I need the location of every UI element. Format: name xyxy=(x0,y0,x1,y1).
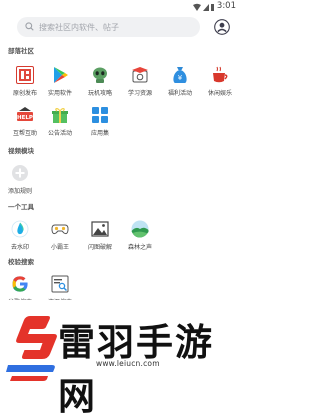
coffee-cup-icon xyxy=(213,66,228,83)
gift-icon xyxy=(52,108,68,123)
tile-learning-resources[interactable]: 学习资源 xyxy=(120,66,160,102)
tile-announcements[interactable]: 公告活动 xyxy=(40,106,80,142)
help-sign-icon: HELP xyxy=(17,107,33,121)
tile-remove-watermark[interactable]: 去水印 xyxy=(0,220,40,256)
tile-add-rule[interactable]: 添加规则 xyxy=(0,164,40,200)
resource-search-icon xyxy=(51,275,69,293)
google-icon xyxy=(12,276,28,292)
original-post-icon xyxy=(16,66,34,84)
add-circle-icon xyxy=(12,165,28,181)
search-input[interactable] xyxy=(39,19,189,35)
gamepad-icon xyxy=(51,224,69,235)
section-title: 视频模块 xyxy=(8,147,34,155)
clock: 3:01 xyxy=(216,1,236,11)
svg-text:HELP: HELP xyxy=(17,115,33,121)
tile-welfare-activity[interactable]: ¥ 福利活动 xyxy=(160,66,200,102)
section-title: 部落社区 xyxy=(8,47,34,55)
watermark-banner: 雷羽手游网 www.leiucn.com xyxy=(0,300,240,418)
search-bar xyxy=(0,14,240,40)
user-avatar-icon[interactable] xyxy=(214,19,230,35)
tile-phone-guides[interactable]: 玩机攻略 xyxy=(80,66,120,102)
tile-flash-image-crack[interactable]: 闪图破解 xyxy=(80,220,120,256)
image-crack-icon xyxy=(91,221,109,237)
section-title: 一个工具 xyxy=(8,203,34,211)
status-bar: 3:01 xyxy=(0,0,240,14)
forest-landscape-icon xyxy=(131,220,149,238)
tile-app-collection[interactable]: 应用集 xyxy=(80,106,120,142)
play-store-icon xyxy=(54,67,68,83)
graduation-icon xyxy=(132,67,148,83)
wifi-signal-battery-icon xyxy=(193,3,214,11)
tile-label: 休闲娱乐 xyxy=(207,90,232,97)
money-bag-icon: ¥ xyxy=(173,67,187,83)
section-title: 校验搜索 xyxy=(8,258,34,266)
search-icon xyxy=(25,22,34,31)
tile-forest-sound[interactable]: 森林之声 xyxy=(120,220,160,256)
svg-text:¥: ¥ xyxy=(178,74,183,82)
app-collection-icon xyxy=(92,107,108,123)
tile-useful-software[interactable]: 实用软件 xyxy=(40,66,80,102)
search-box[interactable] xyxy=(17,17,200,37)
tile-leisure[interactable]: 休闲娱乐 xyxy=(200,66,240,102)
tile-little-overlord[interactable]: 小霸王 xyxy=(40,220,80,256)
brand-url: www.leiucn.com xyxy=(96,359,160,368)
watermark-remove-icon xyxy=(11,220,29,238)
android-icon xyxy=(93,67,107,83)
tile-label: 添加规则 xyxy=(7,188,32,195)
tile-label: 应用集 xyxy=(90,130,109,137)
tile-label: 森林之声 xyxy=(127,244,152,251)
brand-logo-icon xyxy=(6,316,57,381)
